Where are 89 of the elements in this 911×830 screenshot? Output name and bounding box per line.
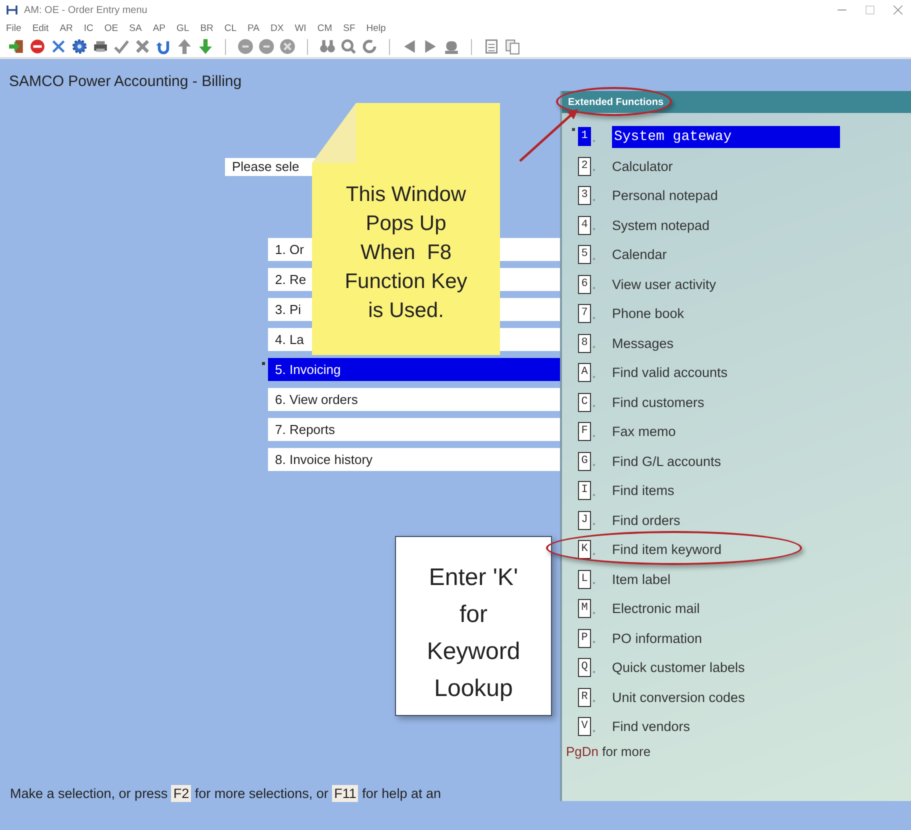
menu-item[interactable]: DX xyxy=(270,22,284,34)
gear-icon[interactable] xyxy=(71,38,88,55)
function-option[interactable]: Find items xyxy=(612,483,674,498)
menu-item[interactable]: CL xyxy=(224,22,237,34)
menu-option[interactable]: 7. Reports xyxy=(268,418,560,441)
function-option[interactable]: Item label xyxy=(612,572,671,587)
key-box[interactable]: M xyxy=(578,599,591,618)
up-arrow-icon[interactable] xyxy=(176,38,193,55)
circle-icon[interactable] xyxy=(279,38,296,55)
status-message: Make a selection, or press F2 for more selections, or F11 for help at an xyxy=(9,786,442,804)
stamp-icon[interactable] xyxy=(443,38,460,55)
menu-item[interactable]: PA xyxy=(248,22,260,34)
function-option[interactable]: Electronic mail xyxy=(612,601,700,616)
key-box[interactable]: L xyxy=(578,570,591,589)
copy-icon[interactable] xyxy=(504,38,521,55)
menu-item[interactable]: GL xyxy=(176,22,190,34)
menu-item[interactable]: Help xyxy=(366,22,386,34)
function-option[interactable]: Fax memo xyxy=(612,424,676,440)
key-box[interactable]: R xyxy=(578,688,591,707)
key-box[interactable]: G xyxy=(578,452,591,471)
key-box[interactable]: I xyxy=(578,481,591,500)
panel-title: Extended Functions xyxy=(568,96,664,108)
search-icon[interactable] xyxy=(340,38,357,55)
menu-item[interactable]: WI xyxy=(294,22,306,34)
function-option[interactable]: System gateway xyxy=(612,126,840,148)
key-box[interactable]: K xyxy=(578,540,591,560)
key-box[interactable]: 3 xyxy=(578,186,591,206)
document-icon[interactable] xyxy=(483,38,500,55)
function-option[interactable]: System notepad xyxy=(612,218,710,233)
key-box[interactable]: A xyxy=(578,363,591,382)
down-arrow-icon[interactable] xyxy=(197,38,214,55)
function-option[interactable]: Find item keyword xyxy=(612,542,722,558)
key-box[interactable]: 5 xyxy=(578,245,591,264)
menu-item[interactable]: AP xyxy=(152,22,166,34)
function-option[interactable]: PO information xyxy=(612,630,702,646)
callout-text: Enter 'K' for Keyword Lookup xyxy=(426,563,520,704)
function-option[interactable]: Find valid accounts xyxy=(612,365,728,380)
menu-item[interactable]: File xyxy=(6,22,22,34)
binoculars-icon[interactable] xyxy=(319,38,336,55)
menu-item[interactable]: AR xyxy=(60,22,73,34)
menu-item[interactable]: SA xyxy=(129,22,142,34)
menu-option[interactable]: 5. Invoicing xyxy=(268,358,560,381)
printer-icon[interactable] xyxy=(92,38,109,55)
key-box[interactable]: V xyxy=(578,717,591,736)
menu-item[interactable]: SF xyxy=(343,22,356,34)
app-logo-icon xyxy=(6,4,18,16)
function-option[interactable]: Find customers xyxy=(612,394,704,410)
key-box[interactable]: 2 xyxy=(578,156,591,176)
function-option[interactable]: Personal notepad xyxy=(612,188,718,204)
key-box[interactable]: 1 xyxy=(578,127,591,146)
circle-icon[interactable] xyxy=(258,38,275,55)
key-box[interactable]: 6 xyxy=(578,274,591,294)
window-title: AM: OE - Order Entry menu xyxy=(24,4,148,16)
menu-item[interactable]: IC xyxy=(84,22,94,34)
function-option[interactable]: Find G/L accounts xyxy=(612,454,722,469)
function-option[interactable]: View user activity xyxy=(612,276,716,292)
menu-option[interactable]: 8. Invoice history xyxy=(268,448,560,471)
undo-icon[interactable] xyxy=(155,38,172,55)
function-option[interactable]: Unit conversion codes xyxy=(612,690,745,705)
door-icon[interactable] xyxy=(8,38,25,55)
note-text: This Window Pops Up When F8 Function Key is Used. xyxy=(344,182,468,324)
check-icon[interactable] xyxy=(113,38,130,55)
close-icon[interactable] xyxy=(891,3,905,17)
no-entry-icon[interactable] xyxy=(29,38,46,55)
function-option[interactable]: Calendar xyxy=(612,247,667,262)
key-box[interactable]: 4 xyxy=(578,216,591,235)
function-option[interactable]: Find orders xyxy=(612,512,680,528)
key-box[interactable]: 8 xyxy=(578,334,591,353)
key-box[interactable]: Q xyxy=(578,658,591,678)
function-option[interactable]: Phone book xyxy=(612,306,684,322)
key-box[interactable]: P xyxy=(578,628,591,648)
key-box[interactable]: F xyxy=(578,422,591,442)
screen-title: SAMCO Power Accounting - Billing xyxy=(8,72,243,91)
key-box[interactable]: J xyxy=(578,510,591,530)
more-hint: PgDn for more xyxy=(565,742,652,758)
function-option[interactable]: Messages xyxy=(612,336,674,351)
menu-item[interactable]: CM xyxy=(317,22,332,34)
circle-icon[interactable] xyxy=(237,38,254,55)
menu-item[interactable]: BR xyxy=(200,22,214,34)
function-option[interactable]: Quick customer labels xyxy=(612,660,745,676)
refresh-icon[interactable] xyxy=(361,38,378,55)
key-box[interactable]: 7 xyxy=(578,304,591,324)
function-option[interactable]: Calculator xyxy=(612,158,673,174)
menu-item[interactable]: OE xyxy=(104,22,118,34)
menu-option[interactable]: 6. View orders xyxy=(268,388,560,411)
menu-item[interactable]: Edit xyxy=(32,22,49,34)
key-box[interactable]: C xyxy=(578,392,591,412)
function-option[interactable]: Find vendors xyxy=(612,719,690,734)
cross-icon[interactable] xyxy=(134,38,151,55)
